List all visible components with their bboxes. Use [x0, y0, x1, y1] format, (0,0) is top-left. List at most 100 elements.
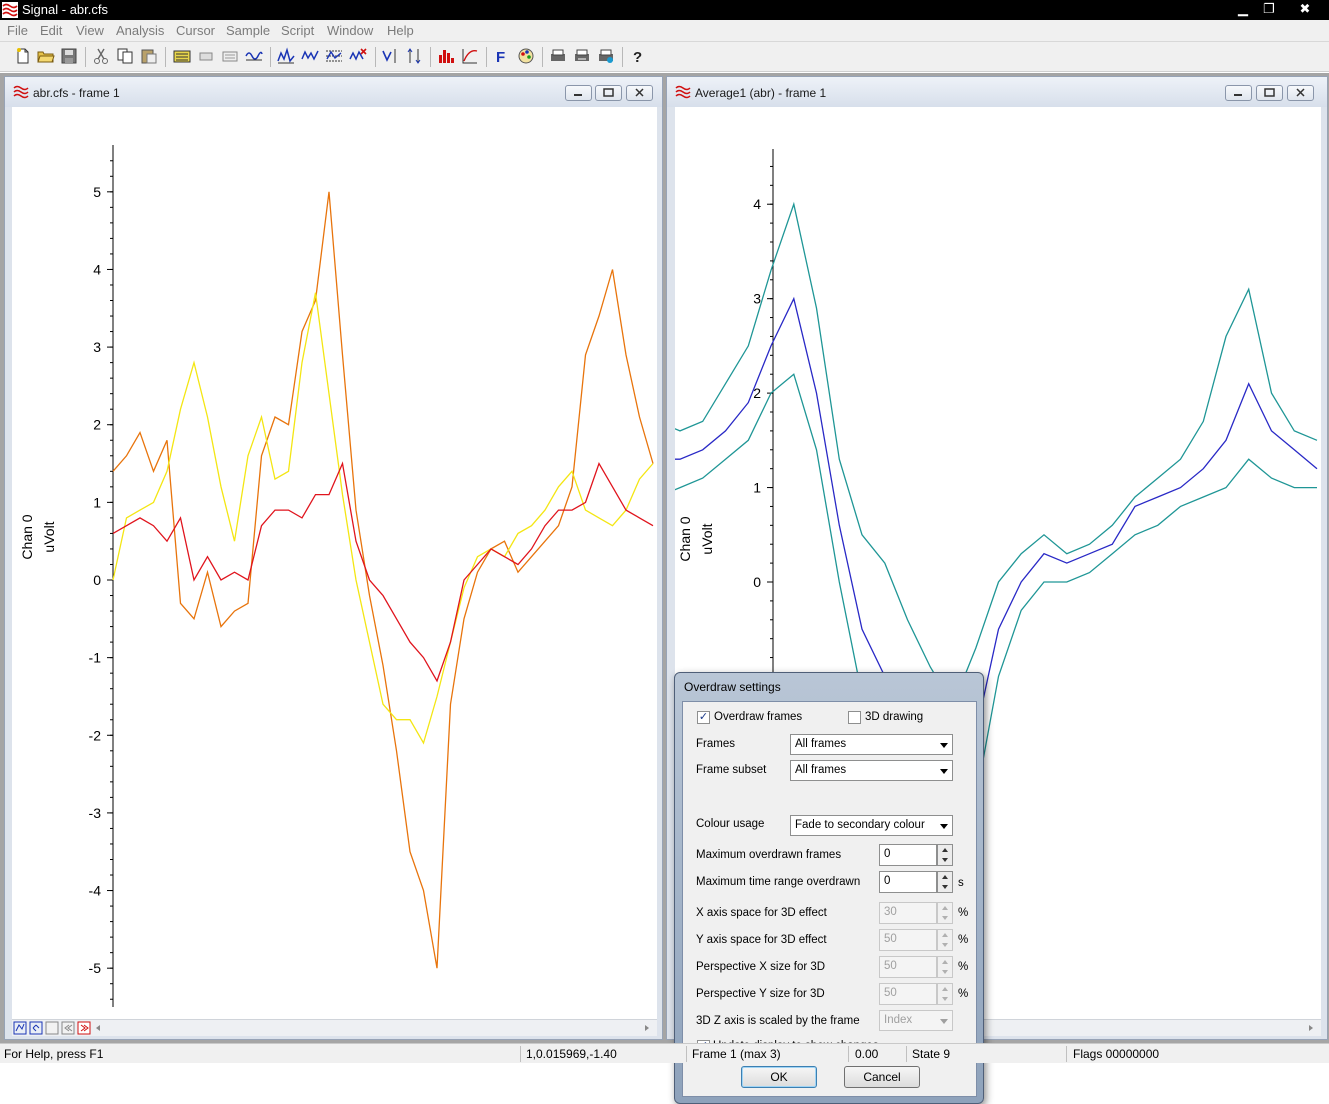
horizontal-scrollbar[interactable]	[12, 1019, 657, 1036]
menu-view[interactable]: View	[76, 23, 104, 38]
spin-buttons[interactable]	[937, 929, 953, 951]
series-line-2	[112, 461, 654, 683]
cursor-icon[interactable]	[277, 47, 295, 65]
toolbar-separator	[270, 47, 271, 67]
print-visible-icon[interactable]	[573, 47, 591, 65]
duplicate-view-icon[interactable]	[245, 47, 263, 65]
3d-drawing-checkbox[interactable]	[848, 711, 861, 724]
fit-icon[interactable]	[381, 47, 399, 65]
cancel-button[interactable]: Cancel	[844, 1066, 920, 1088]
cursor-values-icon[interactable]	[349, 47, 367, 65]
spin-buttons[interactable]	[937, 844, 953, 866]
child-close-button[interactable]	[626, 85, 653, 101]
restore-button[interactable]: ❐	[1256, 0, 1282, 18]
spin-buttons[interactable]	[937, 983, 953, 1005]
max-time-unit: s	[958, 877, 964, 889]
signal-app-icon	[2, 2, 18, 18]
child-maximize-button[interactable]	[595, 85, 622, 101]
result-view-icon[interactable]	[197, 47, 215, 65]
print-icon[interactable]	[549, 47, 567, 65]
status-frame: Frame 1 (max 3)	[692, 1047, 781, 1061]
z-axis-select[interactable]: Index	[879, 1010, 953, 1031]
y-tick-label: 4	[93, 261, 101, 277]
frame-subset-label: Frame subset	[696, 764, 767, 776]
max-time-spinner[interactable]: 0	[879, 871, 953, 893]
minimize-button[interactable]: ▁	[1230, 0, 1256, 18]
overdraw-frames-label: Overdraw frames	[714, 711, 803, 723]
perspective-y-value[interactable]: 50	[879, 983, 937, 1005]
status-divider	[1066, 1046, 1067, 1062]
plot-area[interactable]: 543210-1-2-3-4-50.0025.0050.0075.0100.01…	[12, 107, 657, 1076]
max-time-value[interactable]: 0	[879, 871, 937, 893]
x-space-value[interactable]: 30	[879, 902, 937, 924]
menu-window[interactable]: Window	[327, 23, 373, 38]
spin-buttons[interactable]	[937, 871, 953, 893]
toolbar-separator	[375, 47, 376, 67]
z-axis-value: Index	[884, 1014, 913, 1026]
menu-analysis[interactable]: Analysis	[116, 23, 164, 38]
toolbar-separator	[430, 47, 431, 67]
ok-button[interactable]: OK	[741, 1066, 817, 1088]
child-close-button[interactable]	[1287, 85, 1314, 101]
save-icon[interactable]	[60, 47, 78, 65]
y-tick-label: 0	[93, 572, 101, 588]
status-divider	[848, 1046, 849, 1062]
y-space-spinner[interactable]: 50	[879, 929, 953, 951]
open-folder-icon[interactable]	[37, 47, 55, 65]
spin-buttons[interactable]	[937, 956, 953, 978]
colour-usage-select[interactable]: Fade to secondary colour	[790, 815, 953, 836]
colour-icon[interactable]	[517, 47, 535, 65]
perspective-x-value[interactable]: 50	[879, 956, 937, 978]
font-icon[interactable]: F	[493, 47, 511, 66]
menu-script[interactable]: Script	[281, 23, 314, 38]
histogram-icon[interactable]	[437, 47, 455, 65]
status-bar: For Help, press F1 1,0.015969,-1.40 Fram…	[0, 1043, 1329, 1063]
z-axis-label: 3D Z axis is scaled by the frame	[696, 1015, 860, 1027]
frame-subset-select[interactable]: All frames	[790, 760, 953, 781]
overdraw-icon[interactable]	[405, 47, 423, 65]
svg-text:F: F	[496, 49, 505, 65]
y-tick-label: 1	[93, 494, 101, 510]
title-bar: Signal - abr.cfs ▁ ❐ ✖	[0, 0, 1329, 20]
overdraw-settings-dialog: Overdraw settings ✓ Overdraw frames 3D d…	[674, 672, 984, 1104]
frames-select[interactable]: All frames	[790, 734, 953, 755]
chart-left[interactable]: 543210-1-2-3-4-50.0025.0050.0075.0100.01…	[12, 107, 657, 1076]
spin-buttons[interactable]	[937, 902, 953, 924]
log-view-icon[interactable]	[221, 47, 239, 65]
menu-help[interactable]: Help	[387, 23, 414, 38]
menu-sample[interactable]: Sample	[226, 23, 270, 38]
perspective-x-spinner[interactable]: 50	[879, 956, 953, 978]
data-view-icon[interactable]	[173, 47, 191, 65]
cursor-regions-icon[interactable]	[325, 47, 343, 65]
copy-icon[interactable]	[116, 47, 134, 65]
menu-cursor[interactable]: Cursor	[176, 23, 215, 38]
3d-drawing-label: 3D drawing	[865, 711, 924, 723]
data-window-abr: abr.cfs - frame 1 543210-1-2-3-4-50.0025…	[4, 76, 663, 1076]
max-frames-spinner[interactable]: 0	[879, 844, 953, 866]
signal-window-icon	[13, 85, 29, 99]
toolbar-separator	[85, 47, 86, 67]
close-button[interactable]: ✖	[1292, 0, 1318, 18]
series-line-1	[112, 292, 654, 745]
frames-value: All frames	[795, 738, 847, 750]
y-space-value[interactable]: 50	[879, 929, 937, 951]
paste-icon[interactable]	[140, 47, 158, 65]
cut-icon[interactable]	[92, 47, 110, 65]
child-maximize-button[interactable]	[1256, 85, 1283, 101]
menu-file[interactable]: File	[7, 23, 28, 38]
x-space-spinner[interactable]: 30	[879, 902, 953, 924]
print-selection-icon[interactable]	[597, 47, 615, 65]
max-time-label: Maximum time range overdrawn	[696, 876, 861, 888]
toolbar: F ?	[0, 41, 1329, 72]
toolbar-separator	[165, 47, 166, 67]
measure-icon[interactable]	[301, 47, 319, 65]
help-icon[interactable]: ?	[629, 47, 647, 66]
new-file-icon[interactable]	[14, 47, 32, 65]
xy-plot-icon[interactable]	[461, 47, 479, 65]
max-frames-value[interactable]: 0	[879, 844, 937, 866]
perspective-y-spinner[interactable]: 50	[879, 983, 953, 1005]
child-minimize-button[interactable]	[1225, 85, 1252, 101]
overdraw-frames-checkbox[interactable]: ✓	[697, 711, 710, 724]
child-minimize-button[interactable]	[565, 85, 592, 101]
menu-edit[interactable]: Edit	[40, 23, 62, 38]
